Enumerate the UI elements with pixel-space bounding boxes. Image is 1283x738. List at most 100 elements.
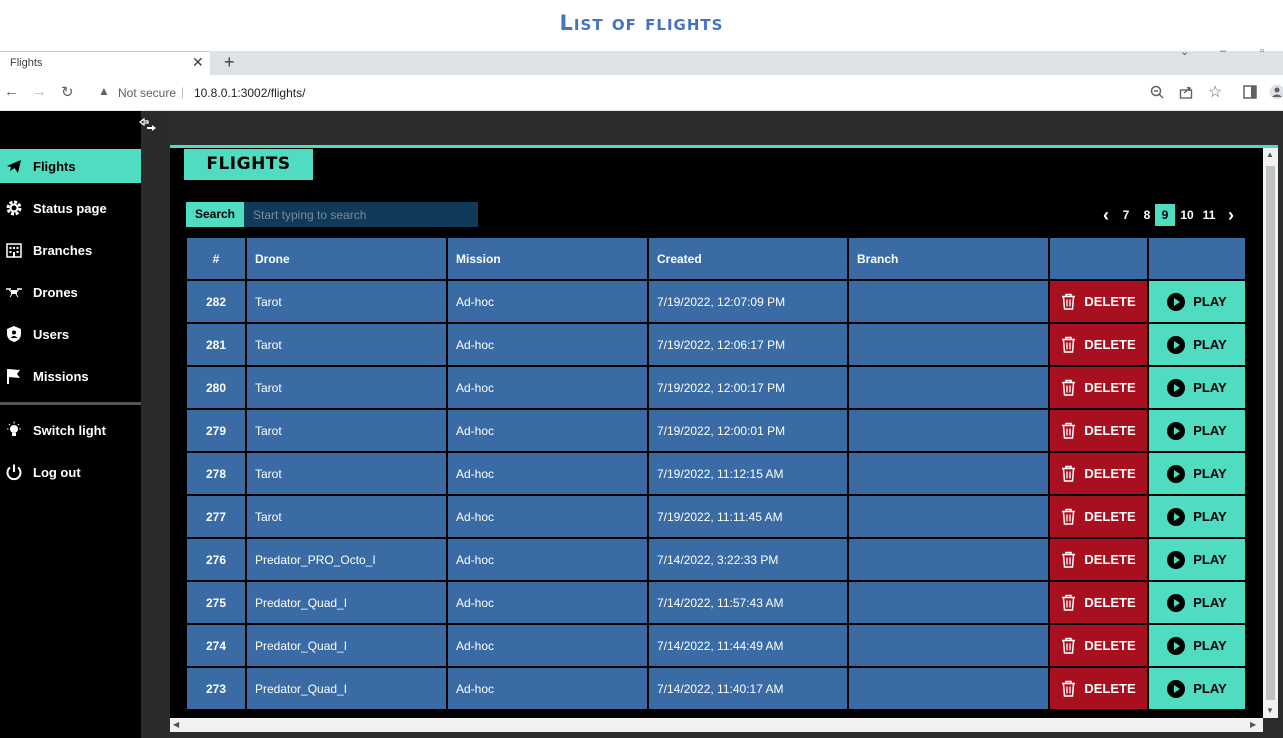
cell-created: 7/14/2022, 3:22:33 PM xyxy=(649,539,847,580)
cell-drone: Tarot xyxy=(247,453,446,494)
pagination-next-icon[interactable]: › xyxy=(1221,204,1241,226)
side-panel-icon[interactable] xyxy=(1243,85,1257,99)
table-row: 273 Predator_Quad_I Ad-hoc 7/14/2022, 11:40… xyxy=(187,668,1245,709)
play-button[interactable]: PLAY xyxy=(1149,410,1245,451)
chevron-down-icon[interactable]: ⌄ xyxy=(1180,45,1189,58)
scroll-down-icon[interactable]: ▼ xyxy=(1266,706,1274,715)
minimize-icon[interactable]: – xyxy=(1220,45,1226,57)
maximize-icon[interactable]: ▫ xyxy=(1260,45,1264,57)
tab-close-icon[interactable]: ✕ xyxy=(192,54,204,71)
play-button[interactable]: PLAY xyxy=(1149,453,1245,494)
sidebar-item-branches[interactable]: Branches xyxy=(0,233,141,267)
sidebar-item-drones[interactable]: Drones xyxy=(0,275,141,309)
cell-created: 7/19/2022, 12:07:09 PM xyxy=(649,281,847,322)
delete-button[interactable]: DELETE xyxy=(1050,668,1147,709)
cell-drone: Tarot xyxy=(247,367,446,408)
cell-created: 7/19/2022, 12:06:17 PM xyxy=(649,324,847,365)
reload-icon[interactable]: ↻ xyxy=(61,83,74,101)
delete-button[interactable]: DELETE xyxy=(1050,539,1147,580)
new-tab-icon[interactable]: + xyxy=(224,52,235,73)
pagination-page[interactable]: 11 xyxy=(1199,204,1219,226)
cell-delete: DELETE xyxy=(1050,668,1147,709)
cell-delete: DELETE xyxy=(1050,625,1147,666)
address-bar[interactable]: ▲ Not secure | 10.8.0.1:3002/flights/ xyxy=(88,81,1238,105)
sidebar-item-switch-light[interactable]: Switch light xyxy=(0,413,141,447)
cell-created: 7/19/2022, 12:00:01 PM xyxy=(649,410,847,451)
sidebar-item-label: Drones xyxy=(33,285,78,300)
play-button[interactable]: PLAY xyxy=(1149,281,1245,322)
back-icon[interactable]: ← xyxy=(4,83,19,100)
delete-button[interactable]: DELETE xyxy=(1050,367,1147,408)
delete-button[interactable]: DELETE xyxy=(1050,496,1147,537)
delete-button[interactable]: DELETE xyxy=(1050,324,1147,365)
scroll-left-icon[interactable]: ◀ xyxy=(173,720,179,729)
cell-mission: Ad-hoc xyxy=(448,539,647,580)
delete-button[interactable]: DELETE xyxy=(1050,625,1147,666)
sidebar-item-log-out[interactable]: Log out xyxy=(0,455,141,489)
play-icon xyxy=(1167,593,1186,612)
url-text[interactable]: 10.8.0.1:3002/flights/ xyxy=(194,86,305,100)
cell-play: PLAY xyxy=(1149,367,1245,408)
scroll-up-icon[interactable]: ▲ xyxy=(1266,150,1274,159)
vertical-scrollbar-thumb[interactable] xyxy=(1266,166,1275,700)
trash-icon xyxy=(1062,551,1076,568)
vertical-scrollbar[interactable]: ▲ ▼ xyxy=(1263,148,1278,718)
cell-created: 7/14/2022, 11:40:17 AM xyxy=(649,668,847,709)
cell-mission: Ad-hoc xyxy=(448,453,647,494)
play-button-label: PLAY xyxy=(1193,509,1227,524)
cell-created: 7/14/2022, 11:44:49 AM xyxy=(649,625,847,666)
play-button[interactable]: PLAY xyxy=(1149,324,1245,365)
sidebar-item-label: Users xyxy=(33,327,70,342)
sidebar-item-flights[interactable]: Flights xyxy=(0,149,141,183)
cell-delete: DELETE xyxy=(1050,367,1147,408)
star-icon[interactable]: ☆ xyxy=(1208,82,1222,102)
cell-branch xyxy=(849,410,1048,451)
main-content: FLIGHTS Search ‹ 7 8 9 10 11 › # Drone M… xyxy=(170,148,1263,718)
cell-delete: DELETE xyxy=(1050,324,1147,365)
sidebar-item-status-page[interactable]: Status page xyxy=(0,191,141,225)
delete-button-label: DELETE xyxy=(1084,423,1136,438)
search-button[interactable]: Search xyxy=(186,202,244,227)
delete-button-label: DELETE xyxy=(1084,380,1136,395)
cell-drone: Predator_Quad_I xyxy=(247,625,446,666)
zoom-out-icon[interactable] xyxy=(1150,85,1164,99)
cell-branch xyxy=(849,324,1048,365)
play-button-label: PLAY xyxy=(1193,638,1227,653)
search-input[interactable] xyxy=(244,202,478,227)
play-button-label: PLAY xyxy=(1193,294,1227,309)
pagination-page[interactable]: 8 xyxy=(1137,204,1157,226)
play-button[interactable]: PLAY xyxy=(1149,582,1245,623)
cell-branch xyxy=(849,496,1048,537)
play-button[interactable]: PLAY xyxy=(1149,539,1245,580)
delete-button[interactable]: DELETE xyxy=(1050,453,1147,494)
cell-delete: DELETE xyxy=(1050,410,1147,451)
play-button[interactable]: PLAY xyxy=(1149,367,1245,408)
play-icon xyxy=(1167,550,1186,569)
pagination-page[interactable]: 7 xyxy=(1116,204,1136,226)
horizontal-scrollbar[interactable]: ◀ ▶ xyxy=(170,718,1263,732)
collapse-sidebar-icon[interactable] xyxy=(138,117,158,133)
pagination-page[interactable]: 10 xyxy=(1177,204,1197,226)
play-icon xyxy=(1167,464,1186,483)
sidebar-item-missions[interactable]: Missions xyxy=(0,359,141,393)
pagination-page-current[interactable]: 9 xyxy=(1155,204,1175,226)
delete-button[interactable]: DELETE xyxy=(1050,582,1147,623)
play-icon xyxy=(1167,335,1186,354)
forward-icon[interactable]: → xyxy=(32,83,47,100)
table-row: 278 Tarot Ad-hoc 7/19/2022, 11:12:15 AM DELE… xyxy=(187,453,1245,494)
column-header-delete xyxy=(1050,238,1147,279)
play-button[interactable]: PLAY xyxy=(1149,496,1245,537)
delete-button-label: DELETE xyxy=(1084,294,1136,309)
sidebar-item-users[interactable]: Users xyxy=(0,317,141,351)
scroll-right-icon[interactable]: ▶ xyxy=(1250,720,1256,729)
play-button[interactable]: PLAY xyxy=(1149,668,1245,709)
share-icon[interactable] xyxy=(1179,85,1193,99)
delete-button[interactable]: DELETE xyxy=(1050,410,1147,451)
play-button-label: PLAY xyxy=(1193,337,1227,352)
pagination-prev-icon[interactable]: ‹ xyxy=(1096,204,1116,226)
browser-tab[interactable]: Flights ✕ xyxy=(0,51,210,75)
profile-icon[interactable] xyxy=(1269,84,1283,100)
play-button[interactable]: PLAY xyxy=(1149,625,1245,666)
delete-button[interactable]: DELETE xyxy=(1050,281,1147,322)
column-header-branch: Branch xyxy=(849,238,1048,279)
